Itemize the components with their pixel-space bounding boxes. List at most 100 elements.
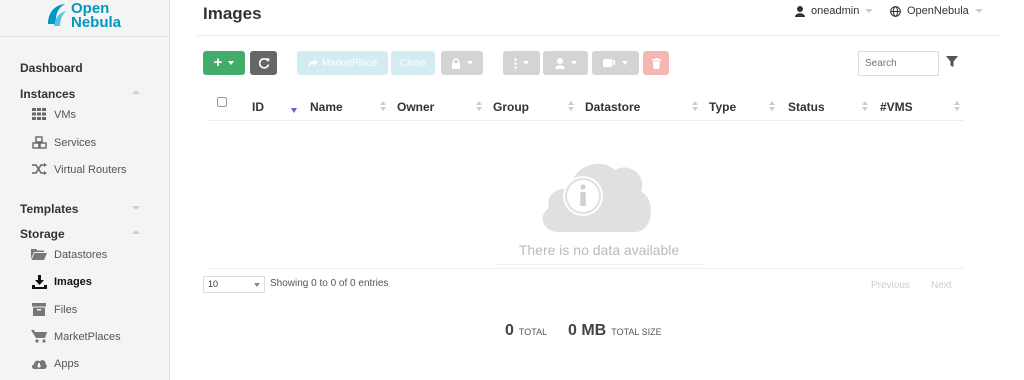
logo-text-nebula: Nebula [71,14,122,31]
random-icon [30,163,48,177]
sidebar-item-images[interactable]: Images [30,272,168,292]
cloud-info-icon [542,163,651,232]
sidebar-item-label: Datastores [54,249,108,261]
sidebar-item-label: VMs [54,109,76,121]
sidebar-item-datastores[interactable]: Datastores [30,245,168,265]
sidebar-section-instances[interactable]: Instances [20,87,75,101]
user-icon [795,5,805,17]
chevron-down-icon [974,9,983,13]
column-header-id[interactable]: ID [252,100,264,114]
previous-page-button[interactable]: Previous [871,280,910,291]
sort-icon[interactable] [568,101,574,113]
top-bar: Images oneadmin OpenNebula [170,0,1024,36]
coffee-icon [603,59,616,67]
sidebar-item-virtual-routers[interactable]: Virtual Routers [30,160,168,180]
sidebar-section-storage[interactable]: Storage [20,227,65,241]
pagination-info: Showing 0 to 0 of 0 entries [270,278,389,289]
delete-button[interactable] [643,51,669,75]
sidebar-item-services[interactable]: Services [30,133,168,153]
next-page-button[interactable]: Next [931,280,952,291]
opennebula-logo[interactable]: Open Nebula [45,0,155,34]
sort-icon[interactable] [954,101,960,113]
lock-menu-button[interactable] [441,51,483,75]
column-header-datastore[interactable]: Datastore [585,100,640,114]
sort-icon[interactable] [862,101,868,113]
sidebar-item-files[interactable]: Files [30,300,168,320]
total-count-label: TOTAL [518,327,548,337]
column-header-name[interactable]: Name [310,100,343,114]
sidebar-item-marketplaces[interactable]: MarketPlaces [30,327,168,347]
plus-icon: + [213,54,223,71]
folder-open-icon [30,248,48,262]
create-button[interactable]: + [203,51,245,75]
total-size-label: TOTAL SIZE [611,327,662,337]
globe-icon [890,5,901,17]
filter-icon[interactable] [945,55,959,69]
sidebar-item-label: Services [54,137,97,149]
sidebar-item-vms[interactable]: VMs [30,105,168,125]
share-icon [307,58,318,68]
opennebula-logo-icon [48,4,66,26]
trash-icon [651,57,661,69]
column-header-status[interactable]: Status [788,100,825,114]
sidebar: Open Nebula Dashboard Instances VMs Serv… [0,0,170,380]
chevron-up-icon[interactable] [132,90,140,94]
info-menu-button[interactable] [503,51,540,75]
column-header-owner[interactable]: Owner [397,100,434,114]
cart-icon [30,330,48,344]
download-icon [30,275,48,289]
sort-icon[interactable] [380,101,386,113]
ownership-menu-button[interactable] [543,51,588,75]
user-icon [554,57,565,69]
refresh-button[interactable] [250,51,277,75]
total-size: 0 MB TOTAL SIZE [568,322,662,340]
zone-name: OpenNebula [907,5,969,17]
page-size-select[interactable]: 10 [203,276,265,293]
table-header: ID Name Owner Group Datastore Type Statu… [207,93,964,121]
page-title: Images [203,4,262,23]
sort-icon[interactable] [769,101,775,113]
chevron-down-icon[interactable] [132,206,140,210]
search-input[interactable] [858,51,939,76]
chevron-down-icon [467,61,473,65]
sort-icon[interactable] [692,101,698,113]
chevron-up-icon[interactable] [132,230,140,234]
marketplace-label: MarketPlace [321,57,378,69]
sidebar-section-templates[interactable]: Templates [20,202,78,216]
marketplace-button[interactable]: MarketPlace [297,51,388,75]
divider [0,36,170,37]
sidebar-item-label: Apps [54,358,80,370]
clone-label: Clone [399,57,427,69]
divider [494,264,704,265]
archive-icon [30,303,48,317]
total-count-value: 0 [505,322,514,339]
chevron-down-icon [622,61,628,65]
column-header-vms[interactable]: #VMS [880,100,913,114]
divider [197,35,1000,36]
actions-menu-button[interactable] [592,51,639,75]
ellipsis-vertical-icon [514,57,517,69]
chevron-down-icon [865,9,874,13]
sort-desc-icon[interactable] [291,108,297,113]
lock-icon [452,57,460,69]
divider [207,268,964,269]
sidebar-item-label: MarketPlaces [54,331,121,343]
zone-menu[interactable]: OpenNebula [890,5,983,17]
grid-icon [30,108,48,122]
sidebar-item-label: Virtual Routers [54,164,127,176]
chevron-down-icon [523,61,529,65]
chevron-down-icon [228,61,235,65]
total-size-value: 0 MB [568,322,607,339]
sidebar-item-dashboard[interactable]: Dashboard [20,61,83,75]
column-header-type[interactable]: Type [709,100,736,114]
user-name: oneadmin [811,5,860,17]
column-header-group[interactable]: Group [493,100,529,114]
sort-icon[interactable] [476,101,482,113]
user-menu[interactable]: oneadmin [795,5,874,17]
refresh-icon [258,58,269,69]
chevron-down-icon [570,61,577,65]
clone-button[interactable]: Clone [391,51,435,75]
sidebar-item-label: Images [54,276,92,288]
sidebar-item-apps[interactable]: Apps [30,354,168,374]
sidebar-item-label: Files [54,304,78,316]
